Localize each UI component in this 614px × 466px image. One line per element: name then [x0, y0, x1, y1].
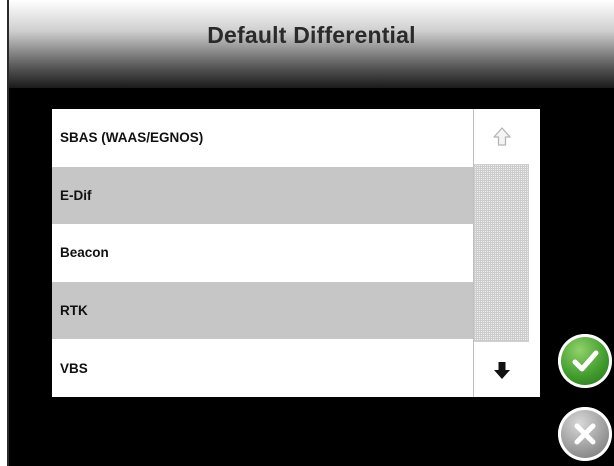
title-bar: Default Differential	[9, 0, 614, 88]
arrow-down-icon	[493, 361, 510, 379]
scroll-down-button[interactable]	[474, 341, 529, 397]
list-item-label: RTK	[60, 303, 88, 319]
checkmark-icon	[572, 350, 599, 372]
list-item-vbs[interactable]: VBS	[52, 339, 473, 397]
page-title: Default Differential	[207, 22, 416, 48]
list-item-label: E-Dif	[60, 187, 92, 203]
cancel-button[interactable]	[558, 407, 612, 461]
list-item-label: SBAS (WAAS/EGNOS)	[60, 130, 204, 146]
list-item-rtk[interactable]: RTK	[52, 281, 473, 340]
list-item-label: Beacon	[60, 245, 109, 261]
arrow-up-outline-icon	[492, 126, 511, 146]
x-icon	[574, 423, 596, 445]
list-item-e-dif[interactable]: E-Dif	[52, 166, 473, 225]
list-item-label: VBS	[60, 360, 88, 376]
list-item-beacon[interactable]: Beacon	[52, 224, 473, 282]
list-scrollbar[interactable]	[473, 109, 529, 397]
scroll-up-button[interactable]	[474, 109, 529, 165]
confirm-button[interactable]	[558, 334, 612, 388]
list-item-sbas[interactable]: SBAS (WAAS/EGNOS)	[52, 109, 473, 167]
device-screen: Default Differential SBAS (WAAS/EGNOS) E…	[7, 0, 614, 466]
list-items: SBAS (WAAS/EGNOS) E-Dif Beacon RTK VBS	[52, 109, 473, 397]
differential-list: SBAS (WAAS/EGNOS) E-Dif Beacon RTK VBS	[52, 109, 540, 397]
